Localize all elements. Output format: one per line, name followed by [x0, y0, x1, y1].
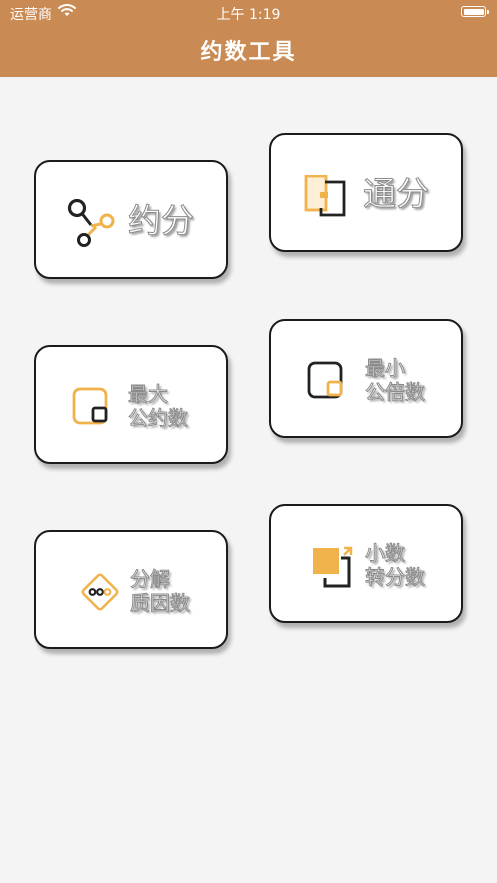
- tool-label: 通分: [363, 174, 430, 213]
- app-header: 运营商 上午 1:19 约数工具: [0, 0, 497, 77]
- lcm-button[interactable]: 最小 公倍数: [269, 319, 463, 438]
- tool-label-line2: 转分数: [365, 565, 426, 589]
- tool-label-line2: 公约数: [128, 406, 189, 430]
- common-denominator-button[interactable]: 通分: [269, 133, 463, 252]
- gcd-button[interactable]: 最大 公约数: [34, 345, 228, 464]
- nested-squares-icon: [307, 361, 347, 401]
- tool-label-line2: 质因数: [130, 591, 191, 615]
- tool-label-line1: 小数: [365, 541, 406, 565]
- nested-squares-icon: [72, 387, 112, 427]
- overlapping-rectangles-icon: [304, 175, 350, 217]
- page-title: 约数工具: [200, 40, 297, 65]
- reduce-fraction-button[interactable]: 约分: [34, 160, 228, 279]
- share-nodes-icon: [67, 199, 117, 249]
- battery-icon: [461, 6, 489, 17]
- clock: 上午 1:19: [216, 7, 281, 23]
- prime-factorization-button[interactable]: 分解 质因数: [34, 530, 228, 649]
- status-bar: 运营商 上午 1:19: [0, 0, 497, 26]
- square-bracket-arrow-icon: [311, 544, 357, 590]
- tool-label-line1: 分解: [130, 567, 171, 591]
- tool-label: 约分: [128, 201, 195, 240]
- diamond-dots-icon: [78, 570, 122, 614]
- tool-label-line1: 最大: [128, 382, 169, 406]
- decimal-to-fraction-button[interactable]: 小数 转分数: [269, 504, 463, 623]
- tool-label-line1: 最小: [365, 356, 406, 380]
- tool-label-line2: 公倍数: [365, 380, 426, 404]
